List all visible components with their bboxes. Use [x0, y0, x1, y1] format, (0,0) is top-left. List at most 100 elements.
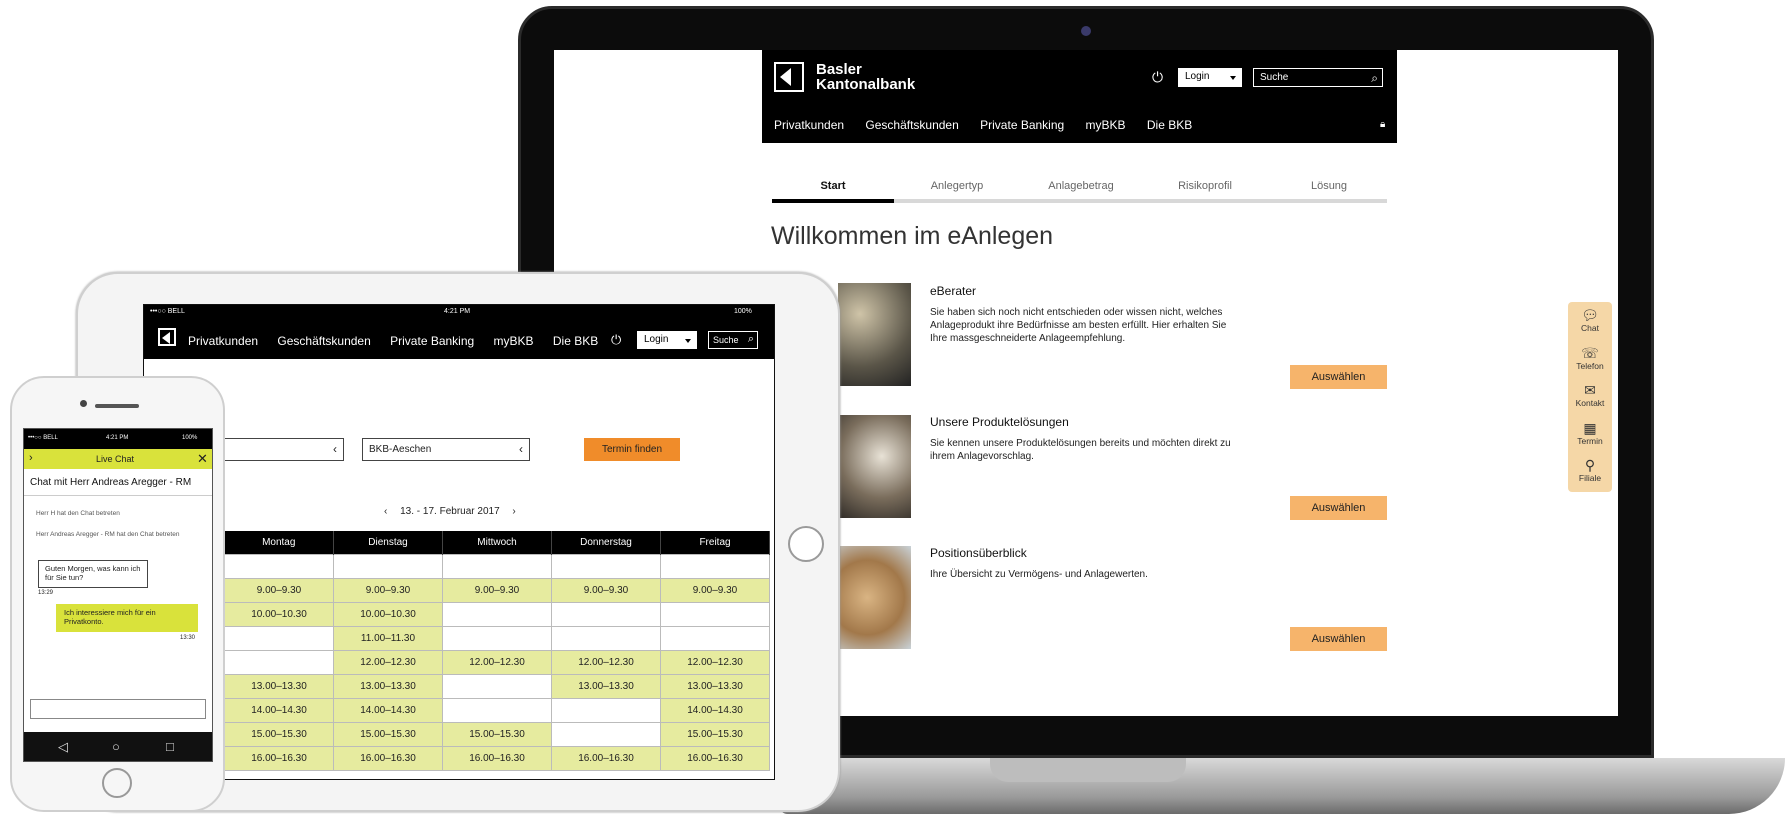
side-tab-filiale[interactable]: ⚲ Filiale	[1568, 458, 1612, 484]
laptop-base	[780, 758, 1785, 814]
time-slot-cell[interactable]: 13.00–13.30	[551, 673, 661, 699]
card-title-produkte: Unsere Produktelösungen	[930, 415, 1069, 429]
table-row: 10.00–10.30 10.00–10.30	[224, 601, 770, 627]
tablet-power-icon[interactable]: ⏻	[611, 332, 621, 348]
nav-item-mybkb[interactable]: myBKB	[1086, 118, 1126, 132]
phone-time: 4:21 PM	[106, 435, 129, 441]
tablet-login-dropdown[interactable]: Login	[637, 331, 697, 349]
time-slot-cell[interactable]: 10.00–10.30	[224, 601, 334, 627]
time-slot-cell[interactable]: 12.00–12.30	[660, 649, 770, 675]
time-slot-cell[interactable]: 15.00–15.30	[442, 721, 552, 747]
find-appointment-button[interactable]: Termin finden	[584, 438, 680, 461]
step-start[interactable]: Start	[771, 180, 895, 192]
brand-name[interactable]: Basler Kantonalbank	[816, 62, 946, 92]
col-header-freitag: Freitag	[660, 531, 770, 554]
chevron-left-icon: ‹	[519, 442, 523, 456]
power-icon[interactable]: ⏻	[1152, 69, 1163, 86]
laptop-camera	[1081, 26, 1091, 36]
login-dropdown[interactable]: Login	[1178, 68, 1242, 87]
select-button-positionen[interactable]: Auswählen	[1290, 627, 1387, 651]
time-slot-cell[interactable]: 12.00–12.30	[551, 649, 661, 675]
time-slot-cell[interactable]: 11.00–11.30	[333, 625, 443, 651]
table-row: 15.00–15.30 15.00–15.30 15.00–15.30 15.00–1…	[224, 721, 770, 747]
side-tab-termin-label: Termin	[1577, 436, 1603, 446]
back-icon[interactable]: ◁	[58, 739, 68, 755]
side-tab-chat[interactable]: 💬︎ Chat	[1568, 308, 1612, 334]
incoming-message: Guten Morgen, was kann ich für Sie tun?	[38, 560, 148, 588]
time-slot-cell[interactable]: 14.00–14.30	[660, 697, 770, 723]
time-slot-cell[interactable]: 14.00–14.30	[224, 697, 334, 723]
time-slot-cell[interactable]: 16.00–16.30	[551, 745, 661, 771]
bkb-logo-mark	[780, 68, 791, 86]
time-slot-cell[interactable]: 13.00–13.30	[660, 673, 770, 699]
nav-item-die-bkb[interactable]: Die BKB	[1147, 118, 1192, 132]
time-slot-cell[interactable]: 9.00–9.30	[442, 577, 552, 603]
select-button-eberater[interactable]: Auswählen	[1290, 365, 1387, 389]
nav-item-private-banking[interactable]: Private Banking	[980, 118, 1064, 132]
lock-icon[interactable]: 🔒︎	[1380, 119, 1385, 130]
table-row: 16.00–16.30 16.00–16.30 16.00–16.30 16.00–1…	[224, 745, 770, 771]
select-button-produkte[interactable]: Auswählen	[1290, 496, 1387, 520]
card-title-positionen: Positionsüberblick	[930, 546, 1027, 560]
time-slot-cell[interactable]: 16.00–16.30	[333, 745, 443, 771]
time-slot-cell[interactable]: 16.00–16.30	[224, 745, 334, 771]
time-slot-cell	[660, 601, 770, 627]
site-header: Basler Kantonalbank ⏻ Login Suche ⌕ Priv…	[762, 50, 1397, 143]
branch-select[interactable]: BKB-Aeschen ‹	[362, 438, 530, 461]
table-row: 9.00–9.30 9.00–9.30 9.00–9.30 9.00–9.30 9.00…	[224, 577, 770, 603]
tablet-caret-down-icon	[685, 339, 691, 343]
tablet-home-button[interactable]	[788, 526, 824, 562]
time-slot-cell[interactable]: 13.00–13.30	[224, 673, 334, 699]
search-input[interactable]: Suche ⌕	[1253, 68, 1383, 87]
tablet-select-1[interactable]: ‹	[224, 438, 344, 461]
tablet-search-input[interactable]: Suche ⌕	[708, 331, 758, 349]
time-slot-cell[interactable]: 10.00–10.30	[333, 601, 443, 627]
home-icon[interactable]: ○	[112, 739, 120, 754]
side-tab-termin[interactable]: ▦ Termin	[1568, 421, 1612, 447]
recents-icon[interactable]: □	[166, 739, 174, 754]
time-slot-cell[interactable]: 15.00–15.30	[660, 721, 770, 747]
tablet-nav-private-banking[interactable]: Private Banking	[390, 334, 474, 348]
tablet-search-icon[interactable]: ⌕	[748, 333, 754, 346]
time-slot-cell[interactable]: 15.00–15.30	[224, 721, 334, 747]
time-slot-cell[interactable]: 16.00–16.30	[442, 745, 552, 771]
side-tab-kontakt[interactable]: ✉ Kontakt	[1568, 383, 1612, 409]
time-slot-cell[interactable]: 12.00–12.30	[442, 649, 552, 675]
step-anlegertyp[interactable]: Anlegertyp	[895, 180, 1019, 192]
time-slot-cell[interactable]: 12.00–12.30	[333, 649, 443, 675]
appointment-table-body: 9.00–9.30 9.00–9.30 9.00–9.30 9.00–9.30 9.00…	[224, 553, 770, 771]
table-row: 12.00–12.30 12.00–12.30 12.00–12.30 12.00–1…	[224, 649, 770, 675]
next-week-icon[interactable]: ›	[512, 506, 515, 517]
nav-item-geschaeftskunden[interactable]: Geschäftskunden	[865, 118, 958, 132]
close-icon[interactable]: ✕	[197, 451, 208, 467]
search-icon[interactable]: ⌕	[1371, 71, 1378, 86]
time-slot-cell[interactable]: 16.00–16.30	[660, 745, 770, 771]
time-slot-cell[interactable]: 9.00–9.30	[551, 577, 661, 603]
time-slot-cell[interactable]: 9.00–9.30	[224, 577, 334, 603]
chevron-right-icon[interactable]: ›	[29, 452, 33, 464]
nav-item-privatkunden[interactable]: Privatkunden	[774, 118, 844, 132]
time-slot-cell[interactable]: 13.00–13.30	[333, 673, 443, 699]
tablet-nav-privatkunden[interactable]: Privatkunden	[188, 334, 258, 348]
tablet-nav-geschaeftskunden[interactable]: Geschäftskunden	[277, 334, 370, 348]
tablet-nav-mybkb[interactable]: myBKB	[494, 334, 534, 348]
time-slot-cell[interactable]: 14.00–14.30	[333, 697, 443, 723]
tablet-status-bar: •••○○ BELL 4:21 PM 100%	[144, 305, 774, 319]
col-header-dienstag: Dienstag	[333, 531, 443, 554]
appointment-table: Montag Dienstag Mittwoch Donnerstag Frei…	[224, 531, 770, 771]
step-loesung[interactable]: Lösung	[1267, 180, 1391, 192]
phone-home-button[interactable]	[102, 768, 132, 798]
time-slot-cell	[442, 673, 552, 699]
card-desc-eberater: Sie haben sich noch nicht entschieden od…	[930, 307, 1227, 344]
time-slot-cell[interactable]: 9.00–9.30	[333, 577, 443, 603]
col-header-donnerstag: Donnerstag	[551, 531, 661, 554]
prev-week-icon[interactable]: ‹	[384, 506, 387, 517]
time-slot-cell	[551, 625, 661, 651]
side-tab-telefon[interactable]: ☏ Telefon	[1568, 346, 1612, 372]
step-anlagebetrag[interactable]: Anlagebetrag	[1019, 180, 1143, 192]
time-slot-cell[interactable]: 15.00–15.30	[333, 721, 443, 747]
chat-message-input[interactable]	[30, 699, 206, 719]
step-risikoprofil[interactable]: Risikoprofil	[1143, 180, 1267, 192]
tablet-nav-die-bkb[interactable]: Die BKB	[553, 334, 598, 348]
time-slot-cell[interactable]: 9.00–9.30	[660, 577, 770, 603]
